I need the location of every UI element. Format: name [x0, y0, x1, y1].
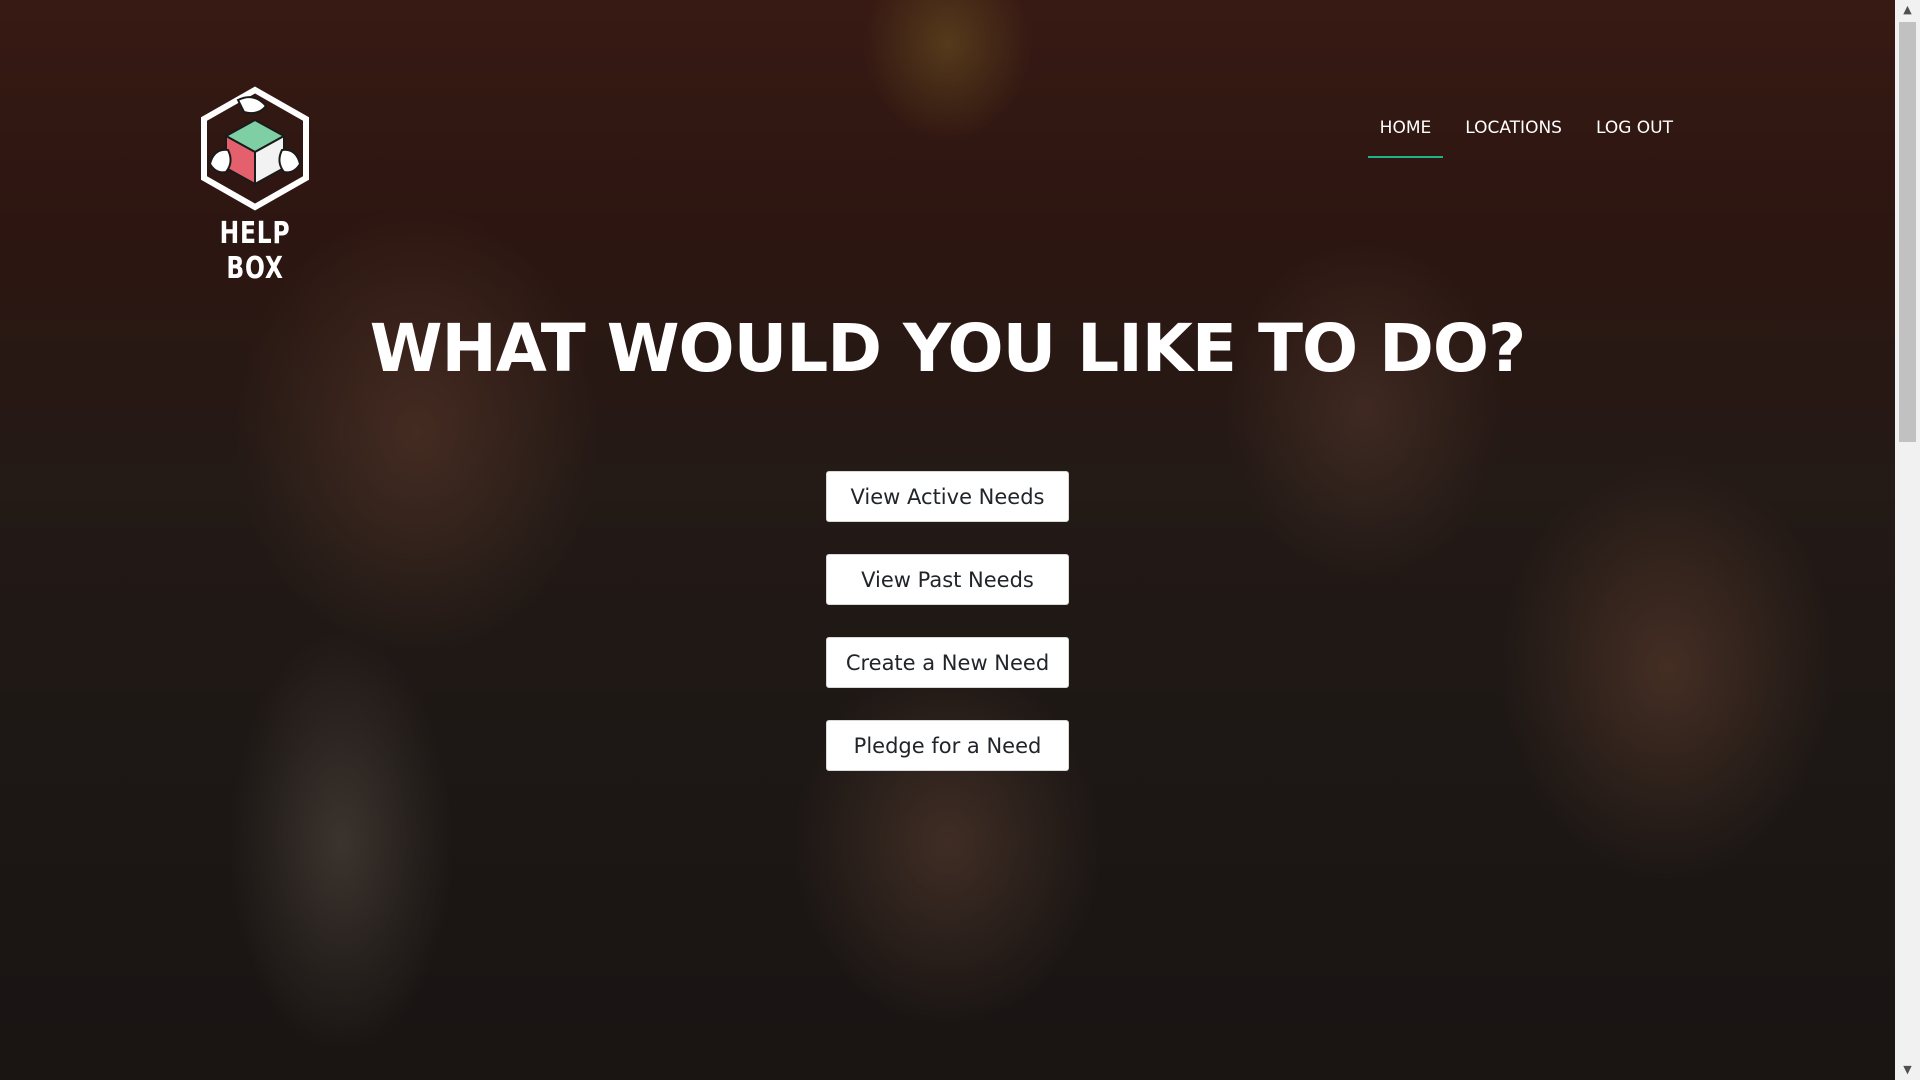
brand-name: HELP BOX [219, 216, 291, 286]
nav-item-log-out[interactable]: LOG OUT [1584, 114, 1685, 158]
site-logo[interactable]: HELP BOX [198, 86, 312, 286]
hero-headline: WHAT WOULD YOU LIKE TO DO? [369, 310, 1527, 387]
action-button-group: View Active Needs View Past Needs Create… [826, 471, 1069, 803]
nav-item-locations[interactable]: LOCATIONS [1453, 114, 1574, 158]
scrollbar-thumb[interactable] [1899, 22, 1916, 442]
view-past-needs-button[interactable]: View Past Needs [826, 554, 1069, 605]
scroll-up-icon[interactable]: ▲ [1895, 0, 1920, 20]
pledge-for-need-button[interactable]: Pledge for a Need [826, 720, 1069, 771]
main-nav: HOME LOCATIONS LOG OUT [1358, 114, 1685, 158]
scroll-down-icon[interactable]: ▼ [1895, 1060, 1920, 1080]
view-active-needs-button[interactable]: View Active Needs [826, 471, 1069, 522]
helping-hands-box-icon [201, 86, 309, 211]
vertical-scrollbar[interactable]: ▲ ▼ [1895, 0, 1920, 1080]
nav-item-home[interactable]: HOME [1367, 114, 1444, 158]
page-viewport: HELP BOX HOME LOCATIONS LOG OUT WHAT WOU… [0, 0, 1895, 1080]
create-new-need-button[interactable]: Create a New Need [826, 637, 1069, 688]
